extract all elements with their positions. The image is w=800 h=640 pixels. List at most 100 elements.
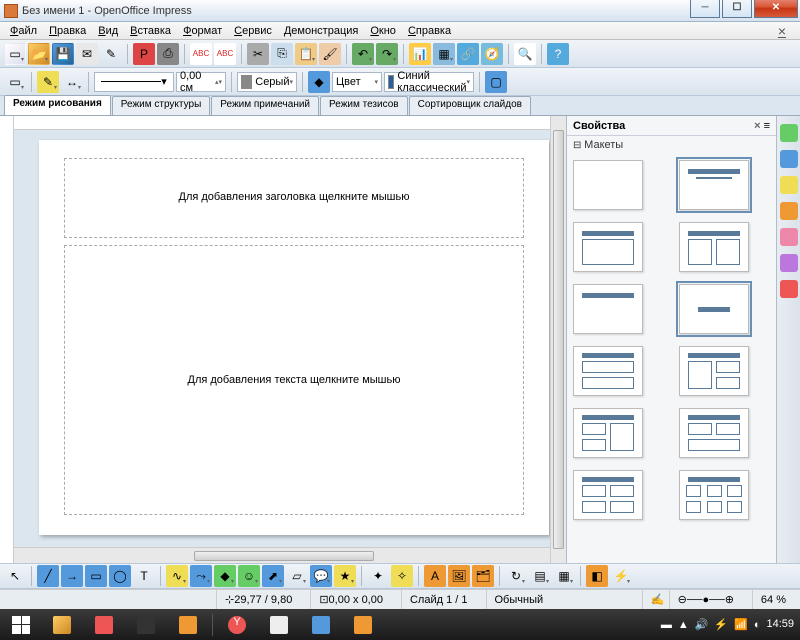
sidebar-close-icon[interactable]: ×	[754, 120, 760, 132]
callout-tool[interactable]: 💬	[310, 565, 332, 587]
scrollbar-thumb[interactable]	[553, 130, 564, 549]
tray-volume-icon[interactable]: 🔊	[695, 618, 709, 631]
extrusion-tool[interactable]: ◧	[586, 565, 608, 587]
from-file-tool[interactable]: 🖼	[448, 565, 470, 587]
custom-animation-icon[interactable]	[780, 176, 798, 194]
basic-shapes-tool[interactable]: ◆	[214, 565, 236, 587]
layout-blank[interactable]	[573, 160, 643, 210]
layout-title-only[interactable]	[573, 222, 643, 272]
slide[interactable]: Для добавления заголовка щелкните мышью …	[39, 140, 549, 535]
menu-view[interactable]: Вид	[92, 23, 124, 39]
arrow-tool[interactable]: →	[61, 565, 83, 587]
tab-slide-sorter[interactable]: Сортировщик слайдов	[409, 96, 531, 115]
taskbar-app3[interactable]	[259, 612, 299, 638]
table-button[interactable]: ▦	[433, 43, 455, 65]
send-mail-button[interactable]: ✉	[76, 43, 98, 65]
layout-grid-2x2[interactable]	[573, 470, 643, 520]
shadow-button[interactable]: ▢	[485, 71, 507, 93]
layout-six[interactable]	[679, 470, 749, 520]
edit-file-button[interactable]: ✎	[100, 43, 122, 65]
interaction-tool[interactable]: ⚡	[610, 565, 632, 587]
fill-color-select[interactable]: Синий классический▾	[384, 72, 474, 92]
arrow-style-button[interactable]: ↔	[61, 71, 83, 93]
sidebar-section-layouts[interactable]: Макеты	[567, 136, 776, 154]
menu-help[interactable]: Справка	[402, 23, 457, 39]
menu-presentation[interactable]: Демонстрация	[278, 23, 365, 39]
highlight-button[interactable]: ✎	[37, 71, 59, 93]
taskbar-app4[interactable]	[301, 612, 341, 638]
taskbar-impress[interactable]	[343, 612, 383, 638]
tray-lang-icon[interactable]: ▬	[661, 619, 672, 631]
stars-tool[interactable]: ★	[334, 565, 356, 587]
tab-outline-mode[interactable]: Режим структуры	[112, 96, 210, 115]
start-button[interactable]	[2, 609, 40, 640]
ellipse-tool[interactable]: ◯	[109, 565, 131, 587]
tab-notes-mode[interactable]: Режим примечаний	[211, 96, 319, 115]
copy-button[interactable]: ⎘	[271, 43, 293, 65]
undo-button[interactable]: ↶	[352, 43, 374, 65]
minimize-button[interactable]: ─	[690, 0, 720, 18]
print-button[interactable]: ⎙	[157, 43, 179, 65]
line-width-input[interactable]: 0,00 см▴▾	[176, 72, 226, 92]
navigator-button[interactable]: 🧭	[481, 43, 503, 65]
navigator-icon[interactable]	[780, 280, 798, 298]
title-placeholder[interactable]: Для добавления заголовка щелкните мышью	[64, 158, 524, 238]
menu-window[interactable]: Окно	[364, 23, 402, 39]
chart-button[interactable]: 📊	[409, 43, 431, 65]
tray-up-icon[interactable]: ▲	[678, 619, 689, 631]
gallery-icon[interactable]	[780, 254, 798, 272]
document-close-icon[interactable]: ×	[772, 21, 792, 41]
connector-tool[interactable]: ⤳	[190, 565, 212, 587]
flowchart-tool[interactable]: ▱	[286, 565, 308, 587]
menu-tools[interactable]: Сервис	[228, 23, 278, 39]
new-button[interactable]: ▭	[4, 43, 26, 65]
spellcheck-button[interactable]: ABC	[190, 43, 212, 65]
symbol-shapes-tool[interactable]: ☺	[238, 565, 260, 587]
taskbar-yandex[interactable]: Y	[217, 612, 257, 638]
slide-button[interactable]: ▭	[4, 71, 26, 93]
body-placeholder[interactable]: Для добавления текста щелкните мышью	[64, 245, 524, 515]
select-tool[interactable]: ↖	[4, 565, 26, 587]
arrange-tool[interactable]: ▦	[553, 565, 575, 587]
rectangle-tool[interactable]: ▭	[85, 565, 107, 587]
menu-format[interactable]: Формат	[177, 23, 228, 39]
gallery-tool[interactable]: 🗂	[472, 565, 494, 587]
tray-power-icon[interactable]: ⚡	[714, 618, 728, 631]
cut-button[interactable]: ✂	[247, 43, 269, 65]
menu-file[interactable]: Файл	[4, 23, 43, 39]
redo-button[interactable]: ↷	[376, 43, 398, 65]
area-button[interactable]: ◆	[308, 71, 330, 93]
tray-network-icon[interactable]: 📶	[734, 618, 748, 631]
vertical-scrollbar[interactable]	[550, 116, 566, 563]
menu-insert[interactable]: Вставка	[124, 23, 177, 39]
hyperlink-button[interactable]: 🔗	[457, 43, 479, 65]
zoom-button[interactable]: 🔍	[514, 43, 536, 65]
layout-two-content[interactable]	[679, 222, 749, 272]
open-button[interactable]: 📂	[28, 43, 50, 65]
taskbar-app2[interactable]	[168, 612, 208, 638]
layout-three-hor[interactable]	[573, 346, 643, 396]
sidebar-menu-icon[interactable]: ≡	[764, 120, 770, 132]
format-paintbrush-button[interactable]: 🖌	[319, 43, 341, 65]
curve-tool[interactable]: ∿	[166, 565, 188, 587]
block-arrows-tool[interactable]: ⬈	[262, 565, 284, 587]
glue-points-tool[interactable]: ✧	[391, 565, 413, 587]
layout-four[interactable]	[573, 408, 643, 458]
maximize-button[interactable]: ☐	[722, 0, 752, 18]
tab-drawing-mode[interactable]: Режим рисования	[4, 95, 111, 115]
taskbar-opera[interactable]	[84, 612, 124, 638]
taskbar-explorer[interactable]	[42, 612, 82, 638]
layout-title-content[interactable]	[679, 160, 749, 210]
points-tool[interactable]: ✦	[367, 565, 389, 587]
styles-icon[interactable]	[780, 228, 798, 246]
layout-centered-text[interactable]	[679, 284, 749, 334]
tab-handout-mode[interactable]: Режим тезисов	[320, 96, 408, 115]
taskbar-app1[interactable]	[126, 612, 166, 638]
tray-app-icon[interactable]: ◐	[754, 619, 761, 631]
line-tool[interactable]: ╱	[37, 565, 59, 587]
close-button[interactable]: ✕	[754, 0, 798, 18]
slide-transition-icon[interactable]	[780, 202, 798, 220]
help-button[interactable]: ?	[547, 43, 569, 65]
master-pages-icon[interactable]	[780, 150, 798, 168]
text-tool[interactable]: T	[133, 565, 155, 587]
